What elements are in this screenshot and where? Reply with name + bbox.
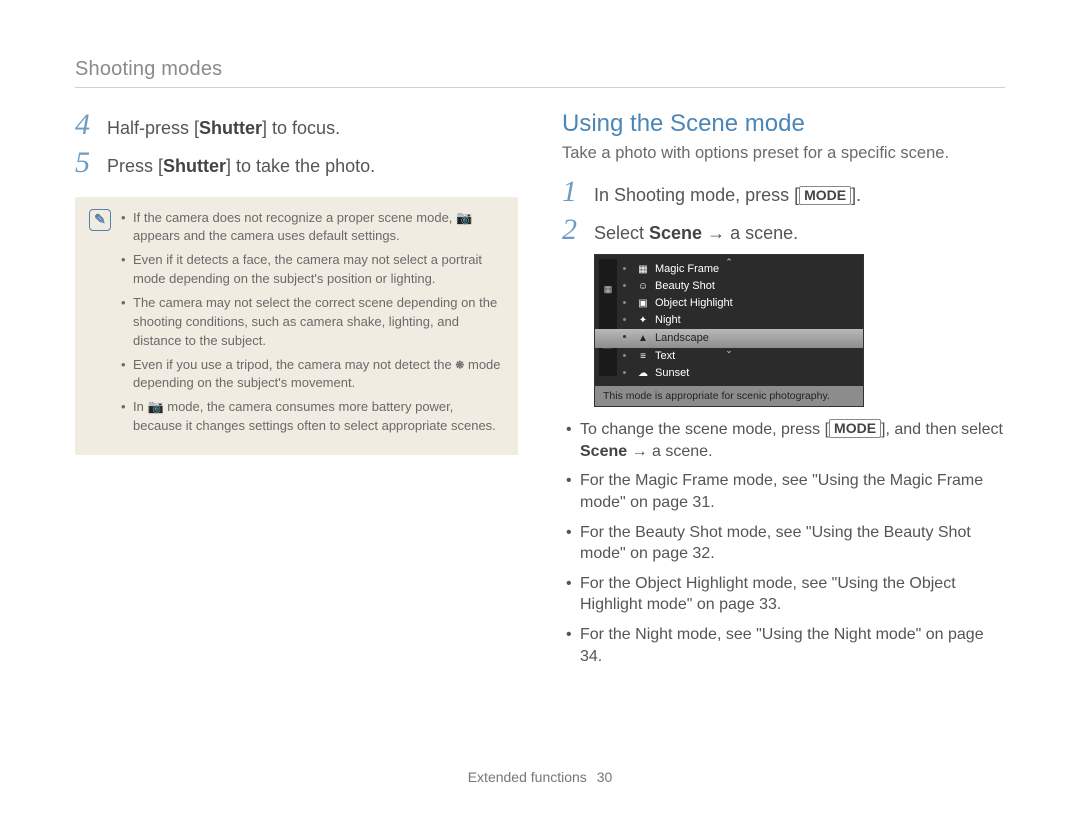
scene-item-icon: ▲ <box>637 333 649 344</box>
step-number: 5 <box>75 148 97 178</box>
scene-menu-item[interactable]: ▲ Landscape <box>595 329 863 348</box>
follow-item: To change the scene mode, press [MODE], … <box>562 419 1005 462</box>
footer-section: Extended functions <box>468 769 587 785</box>
mode-button-label: MODE <box>829 419 881 438</box>
follow-item: For the Object Highlight mode, see "Usin… <box>562 573 1005 616</box>
step-number: 1 <box>562 177 584 207</box>
scene-item-label: Object Highlight <box>655 297 733 309</box>
follow-item: For the Beauty Shot mode, see "Using the… <box>562 522 1005 565</box>
scene-menu-item[interactable]: ☁ Sunset <box>595 365 863 382</box>
step-number: 2 <box>562 215 584 245</box>
note-item: The camera may not select the correct sc… <box>121 294 504 351</box>
page-header: Shooting modes <box>75 58 1005 88</box>
step-text: Select Scene → a scene. <box>594 221 1005 245</box>
scene-item-icon: ▦ <box>637 264 649 275</box>
scene-menu-item[interactable]: ☺ Beauty Shot <box>595 278 863 295</box>
right-column: Using the Scene mode Take a photo with o… <box>562 110 1005 675</box>
note-item: Even if it detects a face, the camera ma… <box>121 251 504 289</box>
scene-item-icon: ☁ <box>637 368 649 379</box>
scene-menu-item[interactable]: ▦ Magic Frame <box>595 261 863 278</box>
scene-menu-item[interactable]: ≡ Text <box>595 348 863 365</box>
section-title: Using the Scene mode <box>562 110 1005 138</box>
scene-item-icon: ▣ <box>637 298 649 309</box>
scene-menu-list: ⌃ ⌄ ▦Magic Frame☺Beauty Shot▣Object High… <box>595 255 863 386</box>
step: 1 In Shooting mode, press [MODE]. <box>562 177 1005 207</box>
step: 4 Half-press [Shutter] to focus. <box>75 110 518 140</box>
follow-up-notes: To change the scene mode, press [MODE], … <box>562 419 1005 667</box>
follow-item: For the Magic Frame mode, see "Using the… <box>562 470 1005 513</box>
scene-item-icon: ✦ <box>637 315 649 326</box>
scene-item-icon: ≡ <box>637 351 649 362</box>
scene-item-label: Night <box>655 314 681 326</box>
step-text: Half-press [Shutter] to focus. <box>107 116 518 140</box>
scene-menu-item[interactable]: ▣ Object Highlight <box>595 295 863 312</box>
scene-menu-screenshot: ▦🎬 ⌃ ⌄ ▦Magic Frame☺Beauty Shot▣Object H… <box>594 254 864 408</box>
note-list: If the camera does not recognize a prope… <box>121 209 504 441</box>
left-column: 4 Half-press [Shutter] to focus. 5 Press [S… <box>75 110 518 675</box>
scene-item-label: Landscape <box>655 332 709 344</box>
content-columns: 4 Half-press [Shutter] to focus. 5 Press [S… <box>75 110 1005 675</box>
scene-item-label: Beauty Shot <box>655 280 715 292</box>
mode-button-label: MODE <box>799 186 851 205</box>
note-item: In 📷 mode, the camera consumes more batt… <box>121 398 504 436</box>
note-icon: ✎ <box>89 209 111 231</box>
step: 5 Press [Shutter] to take the photo. <box>75 148 518 178</box>
note-item: Even if you use a tripod, the camera may… <box>121 356 504 394</box>
step-text: Press [Shutter] to take the photo. <box>107 154 518 178</box>
scene-item-icon: ☺ <box>637 281 649 292</box>
scene-menu-item[interactable]: ✦ Night <box>595 312 863 329</box>
follow-item: For the Night mode, see "Using the Night… <box>562 624 1005 667</box>
page-footer: Extended functions 30 <box>0 769 1080 785</box>
scene-item-label: Text <box>655 350 675 362</box>
step-text: In Shooting mode, press [MODE]. <box>594 183 1005 207</box>
scene-item-label: Magic Frame <box>655 263 719 275</box>
step-number: 4 <box>75 110 97 140</box>
note-item: If the camera does not recognize a prope… <box>121 209 504 247</box>
footer-page-number: 30 <box>597 769 613 785</box>
note-box: ✎ If the camera does not recognize a prop… <box>75 197 518 455</box>
step: 2 Select Scene → a scene. <box>562 215 1005 245</box>
scene-menu-description: This mode is appropriate for scenic phot… <box>595 386 863 407</box>
section-intro: Take a photo with options preset for a s… <box>562 144 1005 163</box>
scene-item-label: Sunset <box>655 367 689 379</box>
